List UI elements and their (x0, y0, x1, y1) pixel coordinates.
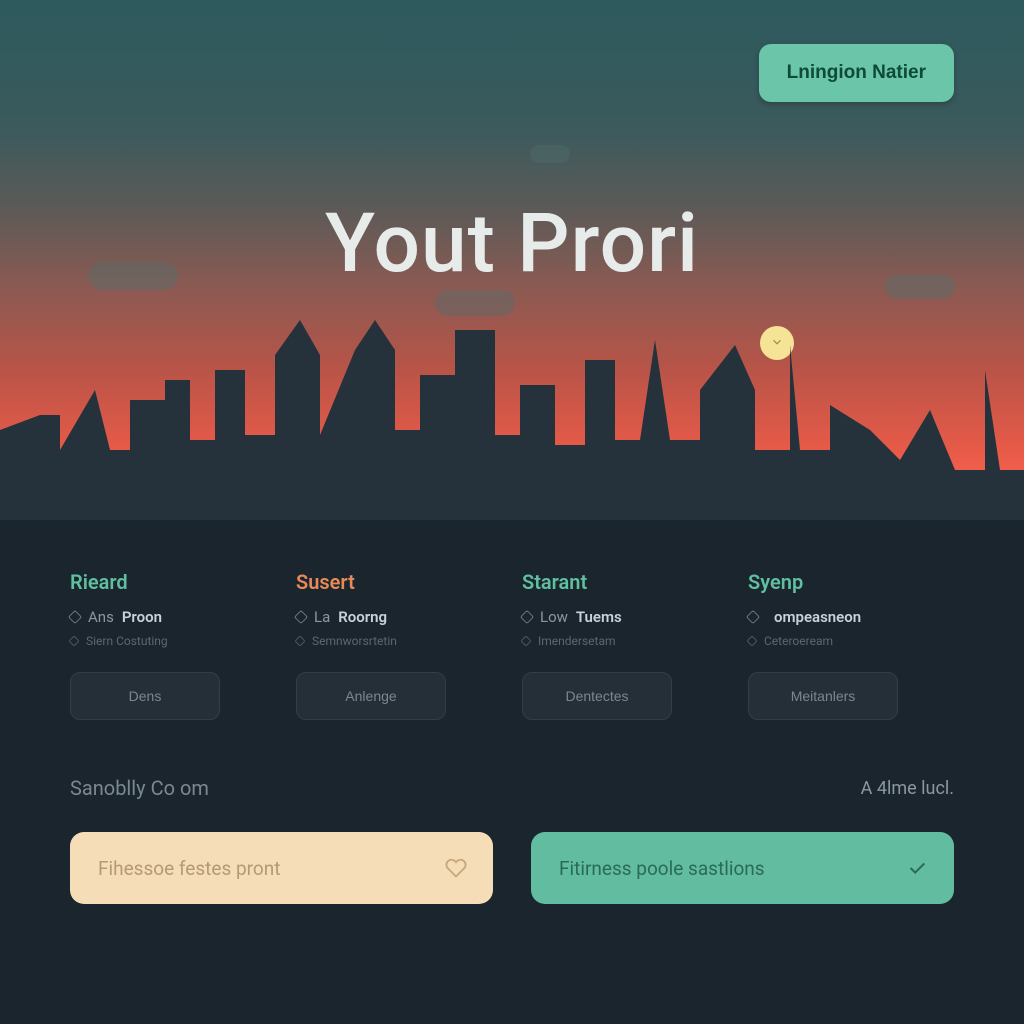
footer-brand: Sanoblly Co om (70, 776, 209, 800)
bullet-icon (294, 635, 305, 646)
card-line-bold: Tuems (576, 608, 622, 626)
card-subtext: Ceteroeream (748, 634, 954, 648)
card-action-button[interactable]: Dens (70, 672, 220, 720)
card-line: Ans Proon (70, 608, 276, 626)
card-line-bold: Proon (122, 608, 162, 626)
card-action-button[interactable]: Meitanlers (748, 672, 898, 720)
card-subtext: Semnworsrtetin (296, 634, 502, 648)
bullet-icon (68, 635, 79, 646)
hero-dropdown-toggle[interactable] (760, 326, 794, 360)
card-sub-label: Ceteroeream (764, 634, 833, 648)
card-subtext: Siern Costuting (70, 634, 276, 648)
card-title: Susert (296, 570, 502, 594)
bullet-icon (520, 610, 534, 624)
search-row: Fihessoe festes pront Fitirness poole sa… (70, 832, 954, 904)
card-line-prefix: Low (540, 608, 568, 626)
card-line-bold: Roorng (338, 608, 387, 626)
footer-row: Sanoblly Co om A 4lme lucl. (70, 776, 954, 800)
card-sub-label: Imendersetam (538, 634, 616, 648)
card-sub-label: Semnworsrtetin (312, 634, 397, 648)
card-line: La Roorng (296, 608, 502, 626)
card-action-button[interactable]: Anlenge (296, 672, 446, 720)
card-title: Rieard (70, 570, 276, 594)
card-line: Low Tuems (522, 608, 728, 626)
card-line: ompeasneon (748, 608, 954, 626)
search-placeholder: Fihessoe festes pront (98, 857, 280, 880)
footer-note: A 4lme lucl. (861, 778, 954, 799)
feature-cards-row: Rieard Ans Proon Siern Costuting Dens Su… (70, 570, 954, 720)
cloud-decoration (530, 145, 570, 163)
search-input-right[interactable]: Fitirness poole sastlions (531, 832, 954, 904)
search-input-left[interactable]: Fihessoe festes pront (70, 832, 493, 904)
card-line-prefix: La (314, 608, 330, 626)
bullet-icon (746, 610, 760, 624)
cloud-decoration (435, 290, 515, 316)
check-icon (906, 857, 928, 879)
content-panel: Rieard Ans Proon Siern Costuting Dens Su… (0, 520, 1024, 1024)
heart-icon (445, 857, 467, 879)
header-cta-button[interactable]: Lningion Natier (759, 44, 954, 102)
card-action-button[interactable]: Dentectes (522, 672, 672, 720)
search-placeholder: Fitirness poole sastlions (559, 857, 765, 880)
card-title: Starant (522, 570, 728, 594)
hero-title: Yout Prori (0, 196, 1024, 292)
feature-card: Syenp ompeasneon Ceteroeream Meitanlers (748, 570, 954, 720)
feature-card: Rieard Ans Proon Siern Costuting Dens (70, 570, 276, 720)
bullet-icon (746, 635, 757, 646)
card-subtext: Imendersetam (522, 634, 728, 648)
feature-card: Starant Low Tuems Imendersetam Dentectes (522, 570, 728, 720)
skyline-illustration (0, 320, 1024, 530)
bullet-icon (68, 610, 82, 624)
card-line-bold: ompeasneon (774, 608, 861, 626)
bullet-icon (520, 635, 531, 646)
bullet-icon (294, 610, 308, 624)
chevron-down-icon (770, 334, 784, 353)
card-sub-label: Siern Costuting (86, 634, 168, 648)
card-title: Syenp (748, 570, 954, 594)
card-line-prefix: Ans (88, 608, 114, 626)
feature-card: Susert La Roorng Semnworsrtetin Anlenge (296, 570, 502, 720)
